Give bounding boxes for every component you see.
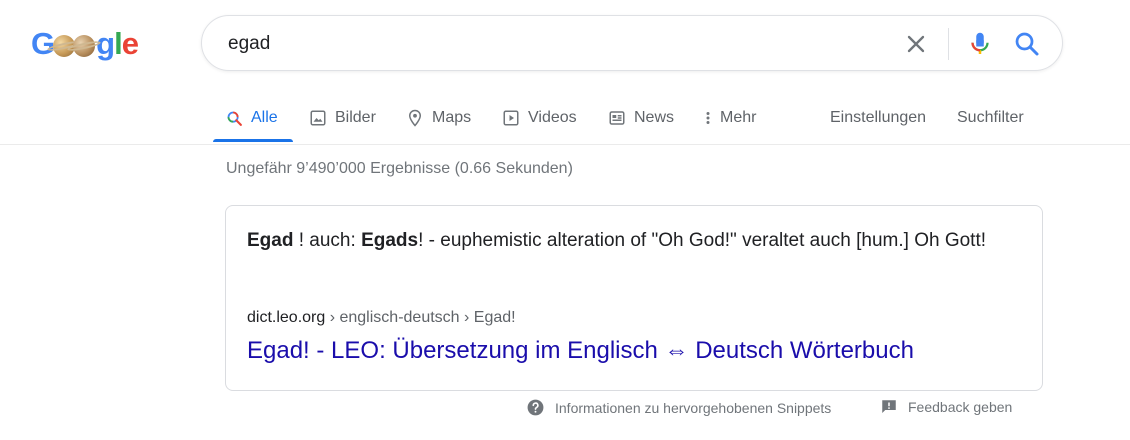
search-tools-link[interactable]: Suchfilter <box>957 94 1024 142</box>
map-pin-icon <box>408 109 422 127</box>
snippet-result-link[interactable]: Egad! - LEO: Übersetzung im Englisch ⇔ D… <box>247 337 914 365</box>
snippet-info-link[interactable]: Informationen zu hervorgehobenen Snippet… <box>526 398 831 417</box>
close-icon <box>907 35 925 53</box>
tab-label: Bilder <box>335 109 376 126</box>
tab-all[interactable]: Alle <box>226 94 278 142</box>
snippet-citation[interactable]: dict.leo.org › englisch-deutsch › Egad! <box>247 309 516 327</box>
snippet-text-part: ! - euphemistic alteration of "Oh God!" … <box>418 230 987 251</box>
google-logo[interactable]: G gle <box>31 26 139 62</box>
microphone-icon <box>971 32 989 54</box>
snippet-info-label: Informationen zu hervorgehobenen Snippet… <box>555 399 832 416</box>
featured-snippet: Egad ! auch: Egads! - euphemistic altera… <box>225 205 1043 391</box>
tab-label: Alle <box>251 109 278 126</box>
citation-domain: dict.leo.org <box>247 309 326 326</box>
tab-label: Videos <box>528 109 577 126</box>
news-icon <box>609 111 625 125</box>
snippet-text-part: ! auch: <box>293 230 362 251</box>
tab-news[interactable]: News <box>608 94 674 142</box>
logo-letter-e: e <box>121 26 139 61</box>
settings-link[interactable]: Einstellungen <box>830 94 926 142</box>
feedback-label: Feedback geben <box>908 399 1013 415</box>
video-play-icon <box>503 110 519 126</box>
tab-label: Mehr <box>720 109 757 126</box>
snippet-term: Egad <box>247 230 294 251</box>
result-stats: Ungefähr 9’490’000 Ergebnisse (0.66 Seku… <box>226 160 573 177</box>
image-icon <box>310 110 326 126</box>
feedback-link[interactable]: Feedback geben <box>880 398 1012 416</box>
search-input[interactable] <box>228 16 888 72</box>
tab-label: Maps <box>432 109 472 126</box>
search-divider <box>948 28 949 60</box>
logo-letter-g: G <box>31 26 55 61</box>
tab-maps[interactable]: Maps <box>406 94 471 142</box>
search-submit-button[interactable] <box>1012 29 1042 59</box>
tab-images[interactable]: Bilder <box>309 94 376 142</box>
active-tab-indicator <box>213 139 293 142</box>
citation-breadcrumb: › englisch-deutsch › Egad! <box>325 309 516 326</box>
more-vertical-icon <box>706 112 710 124</box>
snippet-text: Egad ! auch: Egads! - euphemistic altera… <box>247 227 997 255</box>
tab-label: News <box>634 109 675 126</box>
tab-more[interactable]: Mehr <box>702 94 756 142</box>
search-tabs: Alle Bilder Maps Videos News Mehr Einste… <box>0 94 1130 145</box>
search-box <box>201 15 1063 72</box>
snippet-term: Egads <box>361 230 419 251</box>
search-icon <box>1015 32 1039 56</box>
help-circle-icon <box>527 399 544 416</box>
clear-button[interactable] <box>902 30 930 58</box>
feedback-icon <box>882 400 896 413</box>
voice-search-button[interactable] <box>965 29 995 59</box>
logo-letter-l: l <box>114 26 123 61</box>
search-icon <box>227 111 242 126</box>
planet-icon <box>66 35 102 57</box>
tab-videos[interactable]: Videos <box>502 94 577 142</box>
